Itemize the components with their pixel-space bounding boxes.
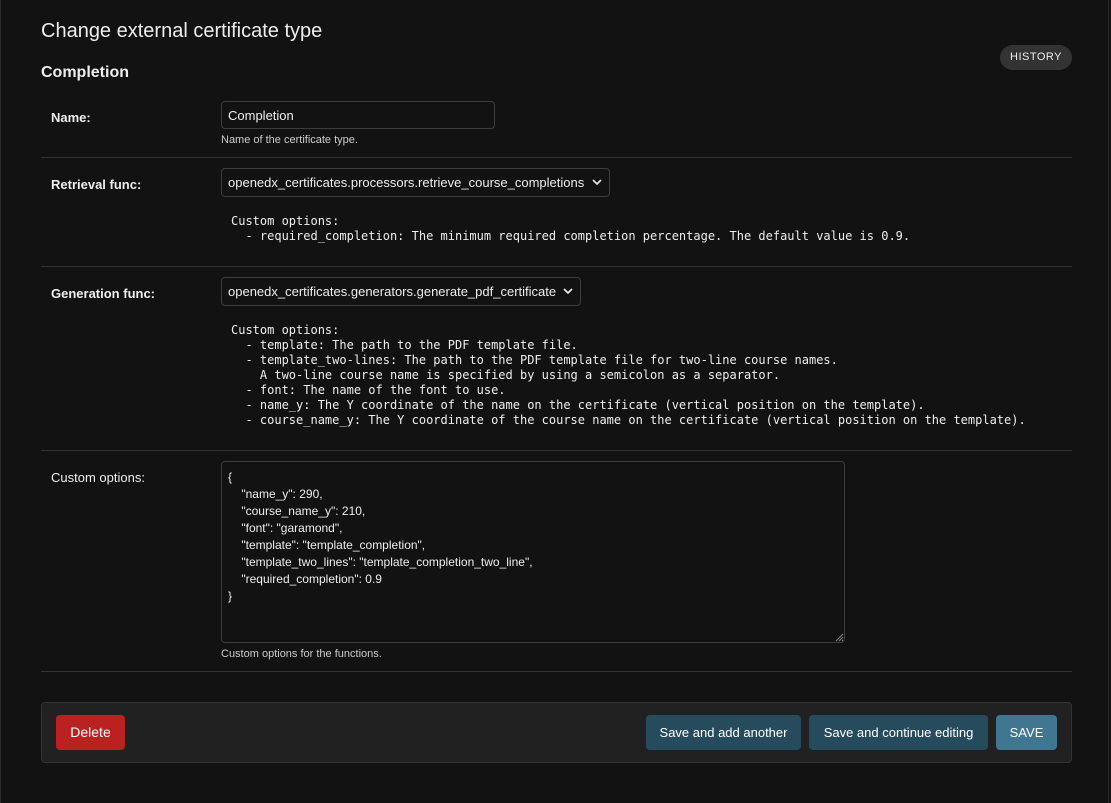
retrieval-func-selected: openedx_certificates.processors.retrieve… [228, 175, 585, 190]
retrieval-func-select[interactable]: openedx_certificates.processors.retrieve… [221, 168, 610, 197]
retrieval-func-description: Custom options: - required_completion: T… [231, 214, 911, 243]
admin-page: Change external certificate type HISTORY… [0, 0, 1109, 803]
save-and-continue-button[interactable]: Save and continue editing [809, 715, 988, 750]
history-button[interactable]: HISTORY [1000, 45, 1072, 70]
name-field-row: Name: Name of the certificate type. [41, 90, 1072, 158]
generation-func-label: Generation func: [51, 286, 156, 301]
custom-options-help-text: Custom options for the functions. [221, 648, 382, 660]
submit-row: Delete Save and add another Save and con… [41, 702, 1072, 763]
custom-options-textarea[interactable]: { "name_y": 290, "course_name_y": 210, "… [221, 461, 845, 643]
generation-func-selected: openedx_certificates.generators.generate… [228, 284, 557, 299]
generation-func-select[interactable]: openedx_certificates.generators.generate… [221, 277, 581, 306]
change-form: Name: Name of the certificate type. Retr… [41, 90, 1072, 672]
name-label: Name: [51, 110, 91, 125]
chevron-down-icon [592, 179, 602, 186]
page-title: Change external certificate type [41, 20, 323, 42]
custom-options-label: Custom options: [51, 470, 145, 485]
delete-button[interactable]: Delete [56, 715, 125, 750]
save-button[interactable]: SAVE [996, 715, 1057, 750]
retrieval-func-row: Retrieval func: openedx_certificates.pro… [41, 158, 1072, 267]
chevron-down-icon [563, 288, 573, 295]
fieldset-title: Completion [41, 64, 129, 81]
generation-func-row: Generation func: openedx_certificates.ge… [41, 267, 1072, 451]
name-input[interactable] [221, 101, 495, 129]
save-and-add-another-button[interactable]: Save and add another [646, 715, 801, 750]
resize-grip-icon[interactable] [834, 632, 844, 642]
retrieval-func-label: Retrieval func: [51, 177, 142, 192]
name-help-text: Name of the certificate type. [221, 134, 358, 146]
generation-func-description: Custom options: - template: The path to … [231, 323, 1026, 427]
